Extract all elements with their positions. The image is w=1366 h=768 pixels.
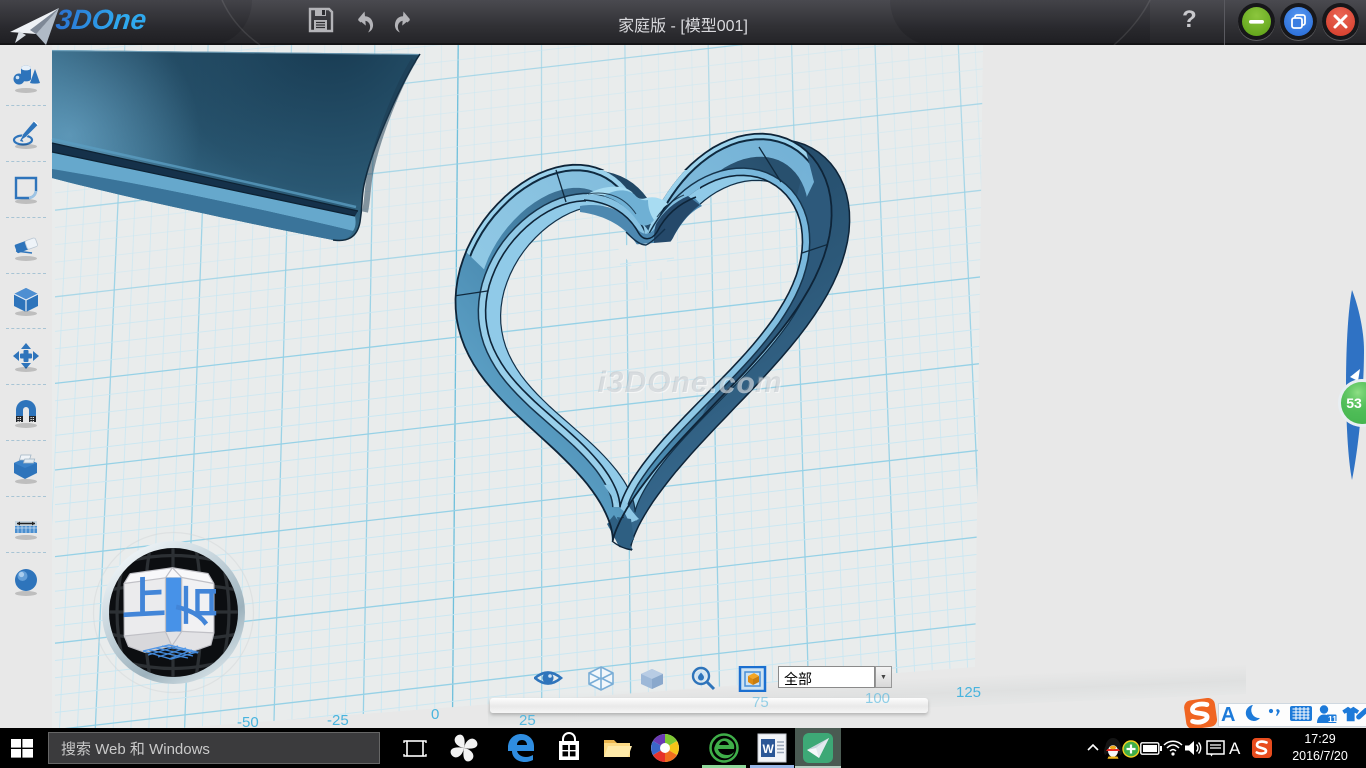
svg-text:53: 53 [1346,395,1362,411]
svg-text:W: W [763,742,775,756]
svg-text:11: 11 [1328,714,1337,724]
svg-text:右: 右 [174,584,221,626]
svg-text:A: A [1221,704,1235,726]
svg-text:上: 上 [122,574,166,625]
